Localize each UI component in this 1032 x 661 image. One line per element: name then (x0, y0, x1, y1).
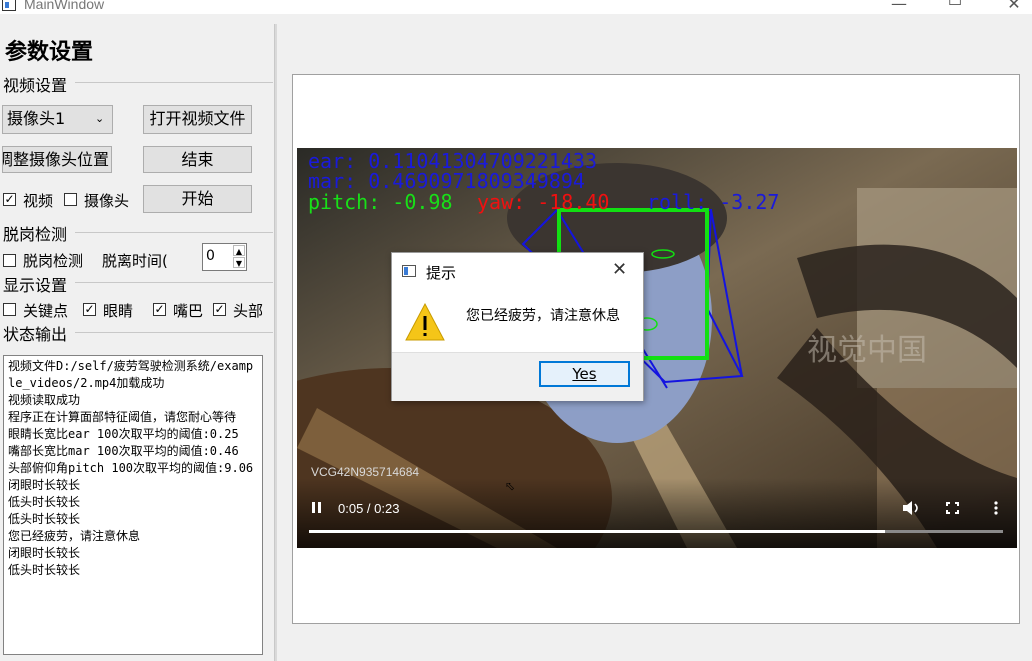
mouth-checkbox-label: 嘴巴 (173, 302, 203, 320)
yes-button[interactable]: Yes (539, 361, 630, 387)
log-line: 眼睛长宽比ear 100次取平均的阈值:0.25 (8, 427, 239, 441)
log-line: 头部俯仰角pitch 100次取平均的阈值:9.06 (8, 461, 254, 475)
warning-icon (405, 303, 445, 341)
status-heading: 状态输出 (3, 325, 68, 344)
spin-down-icon[interactable]: ▼ (233, 257, 245, 268)
dialog-title: 提示 (426, 264, 457, 282)
keypoints-checkbox-label: 关键点 (23, 302, 69, 320)
video-checkbox-label: 视频 (23, 192, 54, 210)
camera-checkbox[interactable] (64, 193, 77, 206)
camera-checkbox-label: 摄像头 (84, 192, 130, 210)
dialog-app-icon (402, 265, 416, 277)
open-video-button[interactable]: 打开视频文件 (143, 105, 252, 134)
spin-up-icon[interactable]: ▲ (233, 245, 245, 256)
dialog-close-icon[interactable]: ✕ (612, 259, 627, 280)
camera-select[interactable]: 摄像头1 ⌄ (2, 105, 113, 134)
minimize-button[interactable]: — (889, 0, 909, 13)
fatigue-alert-dialog: 提示 ✕ 您已经疲劳，请注意休息 Yes (391, 252, 644, 401)
more-options-icon[interactable] (994, 501, 998, 515)
maximize-button[interactable]: ☐ (945, 0, 965, 9)
mouse-cursor-icon: ⬁ (505, 479, 516, 493)
dialog-footer: Yes (392, 352, 643, 401)
absence-time-label: 脱离时间( (102, 252, 168, 270)
eyes-checkbox-label: 眼睛 (103, 302, 134, 320)
title-bar: MainWindow — ☐ ✕ (0, 0, 1032, 14)
mouth-checkbox[interactable]: ✓ (153, 303, 166, 316)
absence-checkbox-label: 脱岗检测 (23, 252, 84, 270)
keypoints-checkbox[interactable] (3, 303, 16, 316)
absence-time-value: 0 (206, 248, 215, 264)
chevron-down-icon: ⌄ (95, 112, 105, 125)
video-settings-heading: 视频设置 (3, 76, 68, 95)
pitch-overlay: pitch: -0.98 (308, 190, 453, 214)
panel-splitter[interactable] (274, 24, 277, 661)
panel-heading: 参数设置 (5, 39, 94, 65)
video-time: 0:05 / 0:23 (338, 501, 399, 516)
divider (75, 232, 273, 233)
log-line: 您已经疲劳，请注意休息 (8, 529, 141, 543)
start-button[interactable]: 开始 (143, 185, 252, 213)
video-checkbox[interactable]: ✓ (3, 193, 16, 206)
app-icon (2, 0, 16, 11)
adjust-camera-button[interactable]: 调整摄像头位置 (2, 146, 112, 173)
divider (75, 82, 273, 83)
head-checkbox-label: 头部 (233, 302, 264, 320)
yes-button-label: Yes (572, 365, 597, 383)
progress-fill (309, 530, 885, 533)
absence-time-spinbox[interactable]: 0 ▲ ▼ (202, 243, 247, 271)
absence-checkbox[interactable] (3, 254, 16, 267)
log-line: 嘴部长宽比mar 100次取平均的阈值:0.46 (8, 444, 239, 458)
log-line: 视频文件D:/self/疲劳驾驶检测系统/example_videos/2.mp… (8, 359, 254, 390)
head-checkbox[interactable]: ✓ (213, 303, 226, 316)
log-line: 低头时长较长 (8, 495, 81, 509)
watermark-text: VCG42N935714684 (311, 465, 419, 479)
svg-text:视觉中国: 视觉中国 (807, 334, 927, 367)
log-line: 视频读取成功 (8, 393, 81, 407)
eyes-checkbox[interactable]: ✓ (83, 303, 96, 316)
absence-heading: 脱岗检测 (3, 225, 68, 244)
log-line: 闭眼时长较长 (8, 546, 81, 560)
log-line: 低头时长较长 (8, 512, 81, 526)
divider (75, 332, 273, 333)
status-log[interactable]: 视频文件D:/self/疲劳驾驶检测系统/example_videos/2.mp… (3, 355, 263, 655)
roll-overlay: roll: -3.27 (647, 190, 779, 214)
log-line: 低头时长较长 (8, 563, 81, 577)
adjust-camera-label: 调整摄像头位置 (2, 150, 109, 169)
window-title: MainWindow (24, 0, 105, 12)
divider (75, 282, 273, 283)
log-line: 程序正在计算面部特征阈值，请您耐心等待 (8, 410, 237, 424)
log-line: 闭眼时长较长 (8, 478, 81, 492)
dialog-message: 您已经疲劳，请注意休息 (466, 308, 620, 324)
end-button[interactable]: 结束 (143, 146, 252, 173)
camera-select-value: 摄像头1 (7, 109, 66, 128)
display-heading: 显示设置 (3, 276, 68, 295)
close-window-button[interactable]: ✕ (1004, 0, 1024, 13)
yaw-overlay: yaw: -18.40 (477, 190, 609, 214)
